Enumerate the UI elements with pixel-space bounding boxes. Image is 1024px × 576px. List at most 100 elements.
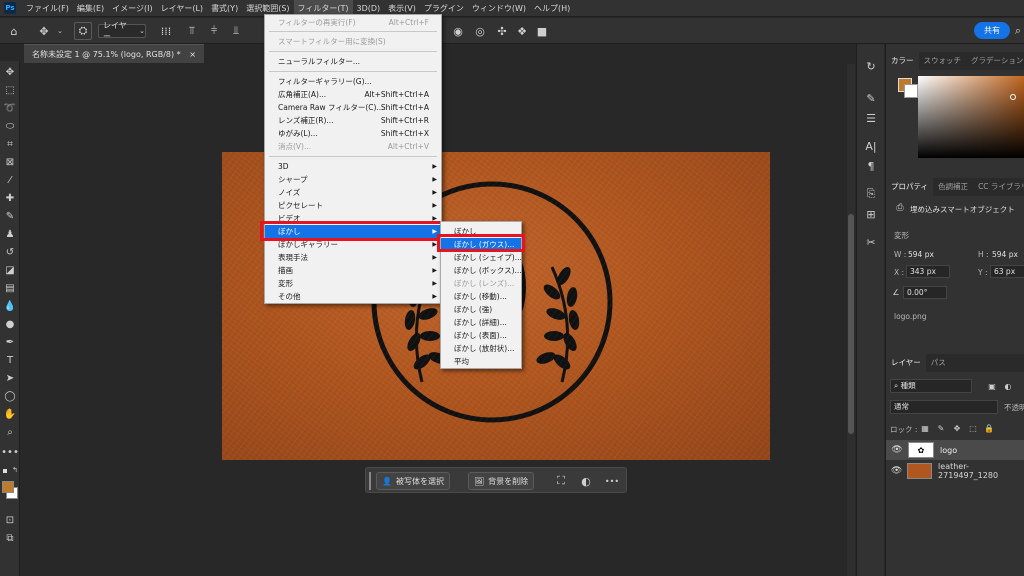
- y-position-field[interactable]: 63 px: [990, 265, 1024, 278]
- tab-adjustments[interactable]: 色調補正: [933, 178, 973, 196]
- more-tools-icon[interactable]: •••: [1, 445, 19, 460]
- layer-row-logo[interactable]: 👁 ✿ logo: [886, 440, 1024, 460]
- submenu-item-surface-blur[interactable]: ぼかし (表面)...: [441, 329, 521, 342]
- menu-help[interactable]: ヘルプ(H): [530, 0, 574, 17]
- close-icon[interactable]: ×: [189, 50, 196, 59]
- type-tool-icon[interactable]: T: [2, 353, 18, 368]
- menu-file[interactable]: ファイル(F): [22, 0, 73, 17]
- lock-pixels-icon[interactable]: ▦: [920, 422, 930, 434]
- blend-mode-dropdown[interactable]: 通常: [890, 400, 998, 414]
- frame-tool-icon[interactable]: ⊠: [2, 155, 18, 170]
- search-icon[interactable]: ⌕: [1012, 23, 1024, 39]
- healing-brush-tool-icon[interactable]: ✚: [2, 191, 18, 206]
- menu-item-stylize[interactable]: 表現手法 ▶: [265, 251, 441, 264]
- angle-field[interactable]: 0.00°: [903, 286, 947, 299]
- menu-item-camera-raw[interactable]: Camera Raw フィルター(C)... Shift+Ctrl+A: [265, 101, 441, 114]
- brush-presets-icon[interactable]: ☰: [863, 110, 879, 126]
- menu-item-pixelate[interactable]: ピクセレート ▶: [265, 199, 441, 212]
- align-top-icon[interactable]: ⫪: [184, 23, 200, 39]
- submenu-item-radial-blur[interactable]: ぼかし (放射状)...: [441, 342, 521, 355]
- canvas-vertical-scrollbar[interactable]: [847, 64, 855, 576]
- 3d-roll-icon[interactable]: ◎: [472, 23, 488, 39]
- 3d-orbit-icon[interactable]: ◉: [450, 23, 466, 39]
- scrollbar-thumb[interactable]: [848, 214, 854, 434]
- submenu-item-blur-more[interactable]: ぼかし (強): [441, 303, 521, 316]
- history-brush-tool-icon[interactable]: ↺: [2, 245, 18, 260]
- eraser-tool-icon[interactable]: ◪: [2, 263, 18, 278]
- background-color-swatch[interactable]: [904, 84, 918, 98]
- menu-item-render[interactable]: 描画 ▶: [265, 264, 441, 277]
- dodge-tool-icon[interactable]: ●: [2, 317, 18, 332]
- menu-item-noise[interactable]: ノイズ ▶: [265, 186, 441, 199]
- filter-adjust-icon[interactable]: ◐: [1002, 379, 1014, 393]
- path-select-tool-icon[interactable]: ➤: [2, 371, 18, 386]
- submenu-item-smart-blur[interactable]: ぼかし (詳細)...: [441, 316, 521, 329]
- tab-properties[interactable]: プロパティ: [886, 178, 934, 196]
- tab-paths[interactable]: パス: [926, 354, 951, 372]
- align-grid-icon[interactable]: ⁞⁞⁞: [158, 23, 174, 39]
- menu-item-distort[interactable]: 変形 ▶: [265, 277, 441, 290]
- lock-all-icon[interactable]: 🔒: [984, 422, 994, 434]
- menu-item-convert-smart-filter[interactable]: スマートフィルター用に変換(S): [265, 35, 441, 48]
- more-options-icon[interactable]: •••: [604, 473, 620, 489]
- menu-layer[interactable]: レイヤー(L): [157, 0, 207, 17]
- swap-colors-icon[interactable]: ↰: [12, 466, 18, 474]
- menu-item-video[interactable]: ビデオ ▶: [265, 212, 441, 225]
- tab-swatches[interactable]: スウォッチ: [919, 52, 967, 70]
- clone-source-icon[interactable]: ⎘: [863, 186, 879, 202]
- quick-mask-icon[interactable]: ⊡: [2, 513, 18, 528]
- zoom-tool-icon[interactable]: ⌕: [2, 425, 18, 440]
- menu-item-other[interactable]: その他 ▶: [265, 290, 441, 303]
- layer-filter-dropdown[interactable]: ⌕ 種類: [890, 379, 972, 393]
- remove-background-button[interactable]: 🖼 背景を削除: [468, 472, 535, 490]
- auto-select-icon[interactable]: ⛭: [74, 22, 92, 40]
- drag-handle[interactable]: [369, 472, 371, 490]
- adjustment-icon[interactable]: ◐: [578, 473, 594, 489]
- stamp-tool-icon[interactable]: ♟: [2, 227, 18, 242]
- menu-item-adaptive-wide-angle[interactable]: 広角補正(A)... Alt+Shift+Ctrl+A: [265, 88, 441, 101]
- glyphs-icon[interactable]: ⊞: [863, 206, 879, 222]
- menu-image[interactable]: イメージ(I): [108, 0, 156, 17]
- visibility-eye-icon[interactable]: 👁: [886, 466, 907, 476]
- color-picker-cursor[interactable]: [1010, 94, 1016, 100]
- select-subject-button[interactable]: 👤 被写体を選択: [376, 472, 450, 490]
- align-bottom-icon[interactable]: ⫫: [228, 23, 244, 39]
- 3d-scale-icon[interactable]: ■: [534, 23, 550, 39]
- layer-row-leather[interactable]: 👁 leather-2719497_1280: [886, 461, 1024, 481]
- height-value[interactable]: 594 px: [992, 250, 1018, 259]
- transform-icon[interactable]: ⛶: [553, 473, 569, 489]
- lock-artboard-icon[interactable]: ⬚: [968, 422, 978, 434]
- marquee-tool-icon[interactable]: ⬚: [2, 83, 18, 98]
- tab-cc-libraries[interactable]: CC ライブラリ: [973, 178, 1024, 196]
- share-button[interactable]: 共有: [974, 22, 1010, 39]
- 3d-pan-icon[interactable]: ✣: [494, 23, 510, 39]
- home-icon[interactable]: ⌂: [6, 23, 22, 39]
- align-middle-icon[interactable]: ⫩: [206, 23, 222, 39]
- eyedropper-tool-icon[interactable]: ⁄: [2, 173, 18, 188]
- pen-tool-icon[interactable]: ✒: [2, 335, 18, 350]
- submenu-item-motion-blur[interactable]: ぼかし (移動)...: [441, 290, 521, 303]
- tab-gradients[interactable]: グラデーション: [966, 52, 1024, 70]
- tools-options-icon[interactable]: ✂: [863, 234, 879, 250]
- layer-select-dropdown[interactable]: レイヤー ⌄: [98, 21, 146, 41]
- tab-color[interactable]: カラー: [886, 52, 919, 70]
- menu-item-blur[interactable]: ぼかし ▶: [265, 225, 441, 238]
- menu-window[interactable]: ウィンドウ(W): [468, 0, 530, 17]
- color-picker-field[interactable]: [918, 76, 1024, 158]
- menu-item-3d[interactable]: 3D ▶: [265, 160, 441, 173]
- menu-item-vanishing-point[interactable]: 消点(V)... Alt+Ctrl+V: [265, 140, 441, 153]
- brush-settings-icon[interactable]: ✎: [863, 90, 879, 106]
- visibility-eye-icon[interactable]: 👁: [886, 445, 908, 455]
- submenu-item-gaussian-blur[interactable]: ぼかし (ガウス)...: [441, 238, 521, 251]
- filter-image-icon[interactable]: ▣: [986, 379, 998, 393]
- chevron-down-icon[interactable]: ⌄: [55, 23, 65, 39]
- ellipse-tool-icon[interactable]: ◯: [2, 389, 18, 404]
- menu-item-neural-filters[interactable]: ニューラルフィルター...: [265, 55, 441, 68]
- menu-item-lens-correction[interactable]: レンズ補正(R)... Shift+Ctrl+R: [265, 114, 441, 127]
- history-panel-icon[interactable]: ↻: [863, 58, 879, 74]
- menu-item-filter-gallery[interactable]: フィルターギャラリー(G)...: [265, 75, 441, 88]
- gradient-tool-icon[interactable]: ▤: [2, 281, 18, 296]
- x-position-field[interactable]: 343 px: [906, 265, 950, 278]
- paragraph-panel-icon[interactable]: ¶: [863, 158, 879, 174]
- tab-layers[interactable]: レイヤー: [886, 354, 926, 372]
